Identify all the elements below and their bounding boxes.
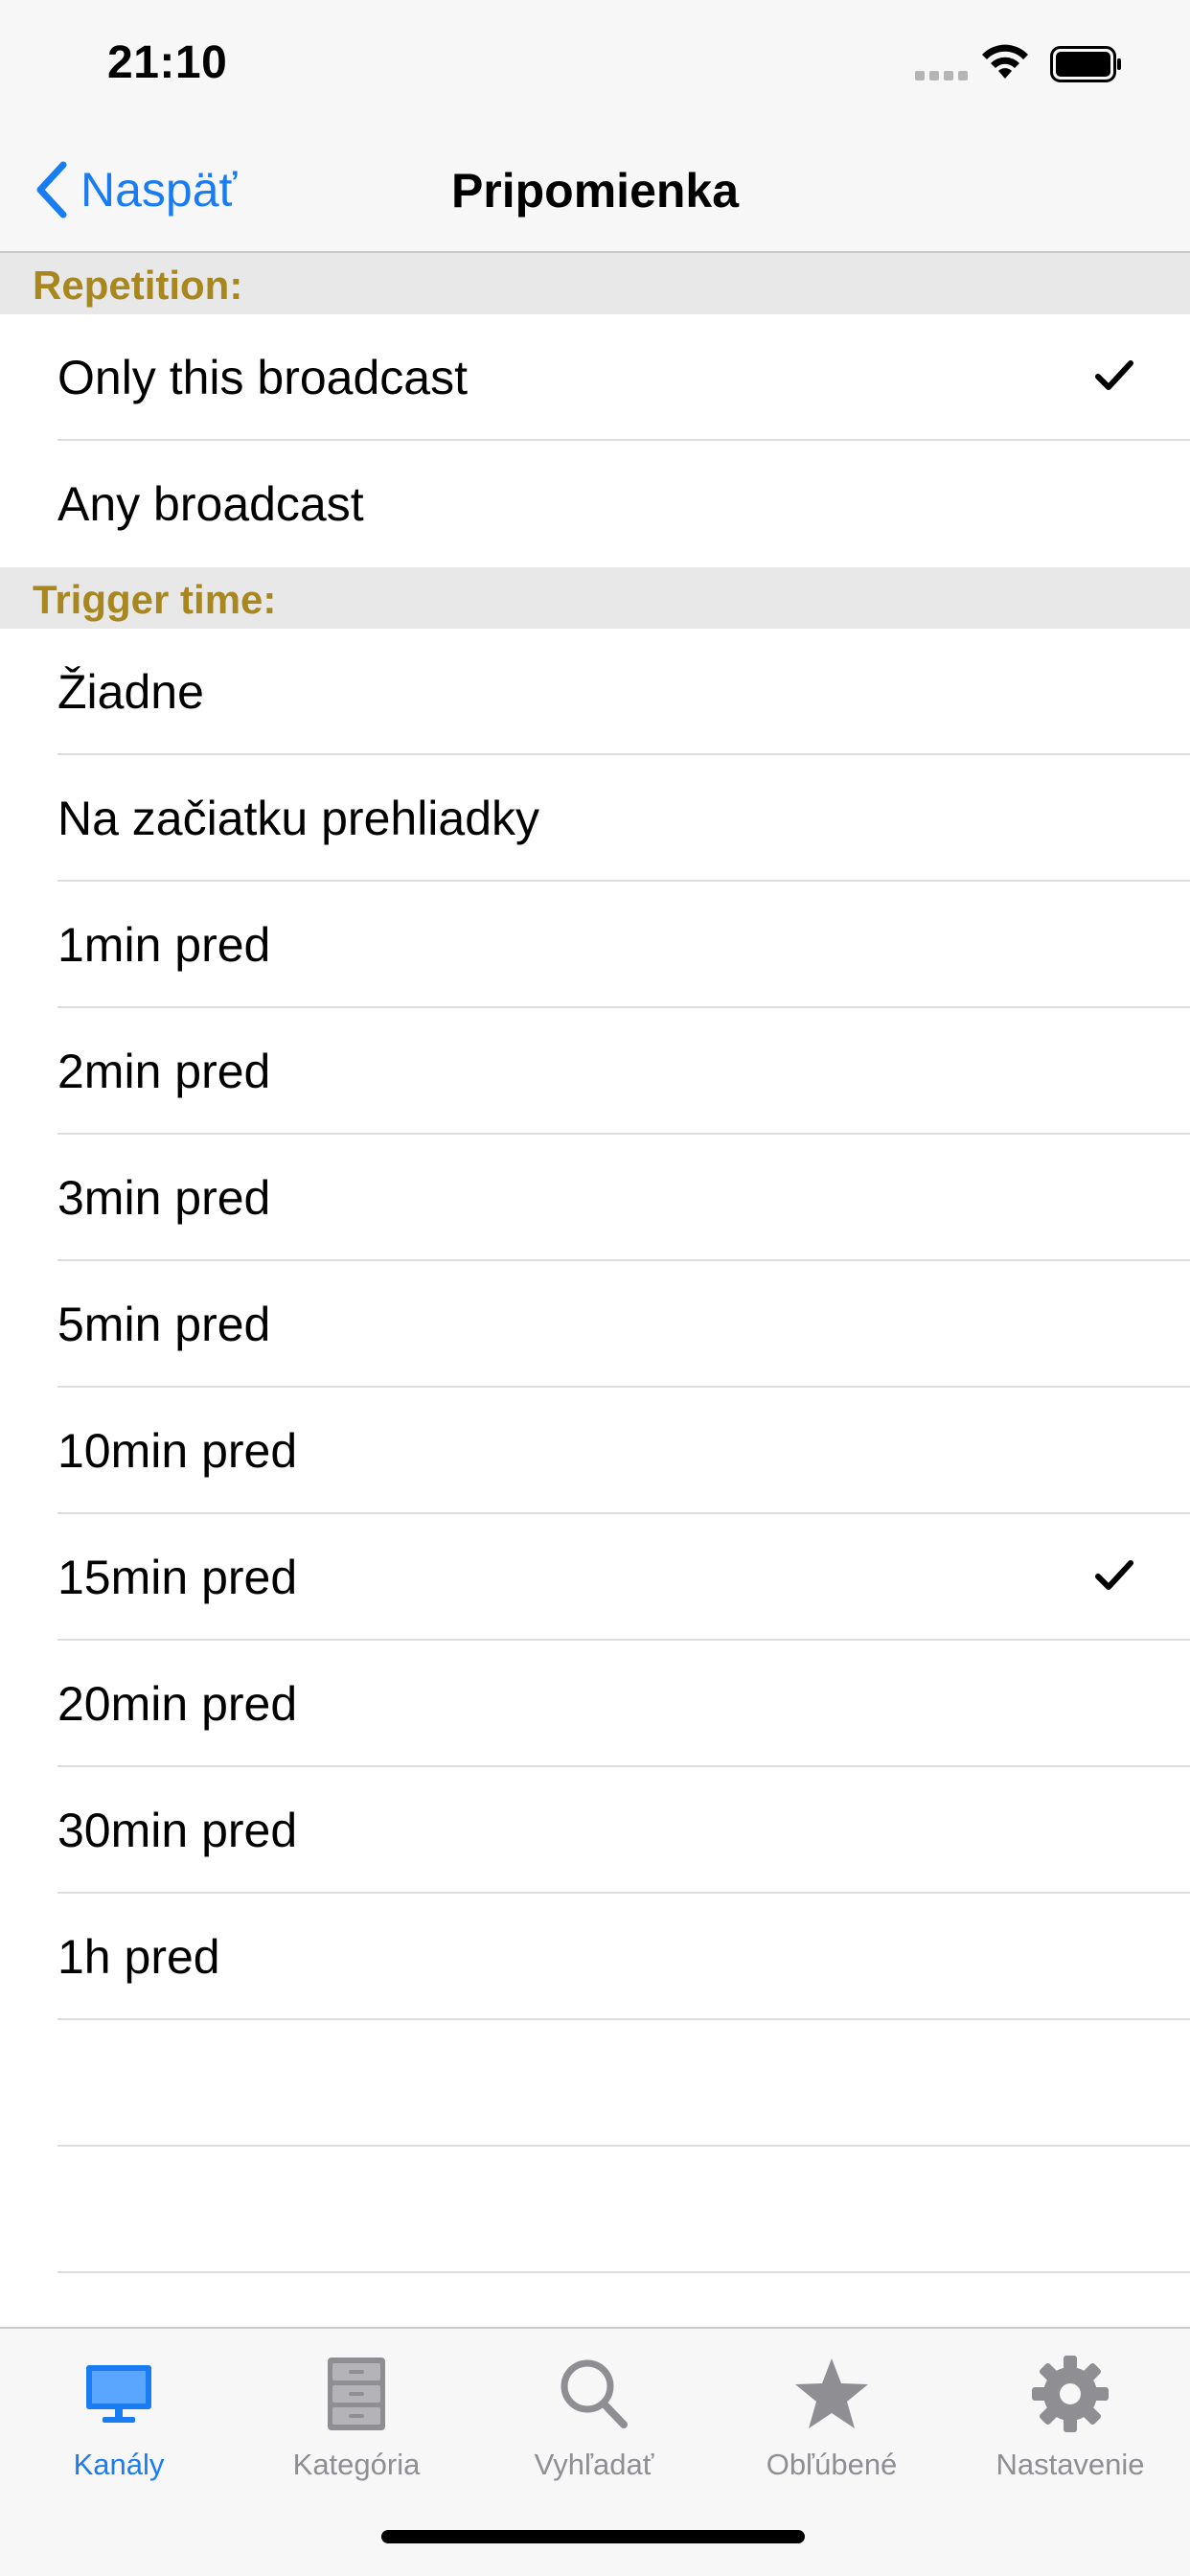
tab-label: Nastavenie	[995, 2448, 1145, 2481]
option-row-2min[interactable]: 2min pred	[0, 1008, 1190, 1135]
option-label: Na začiatku prehliadky	[57, 792, 540, 845]
option-row-only-this-broadcast[interactable]: Only this broadcast	[0, 314, 1190, 441]
option-row-none[interactable]: Žiadne	[0, 629, 1190, 755]
cellular-signal-icon	[915, 71, 968, 80]
status-time: 21:10	[107, 37, 228, 88]
option-row-1h[interactable]: 1h pred	[0, 1894, 1190, 2020]
page-title: Pripomienka	[450, 164, 740, 218]
option-label: 2min pred	[57, 1045, 271, 1098]
option-label: 1min pred	[57, 918, 271, 972]
status-bar: 21:10	[0, 0, 1190, 126]
checkmark-icon	[1095, 1560, 1133, 1590]
option-row-5min[interactable]: 5min pred	[0, 1261, 1190, 1388]
option-label: Žiadne	[57, 665, 204, 719]
wifi-icon	[982, 44, 1028, 79]
section-header-trigger-time: Trigger time:	[0, 567, 1190, 629]
file-cabinet-icon	[328, 2358, 385, 2430]
option-row-3min[interactable]: 3min pred	[0, 1135, 1190, 1261]
option-label: 3min pred	[57, 1171, 271, 1225]
tab-category[interactable]: Kategória	[238, 2348, 475, 2492]
option-label: 5min pred	[57, 1298, 271, 1351]
option-row-20min[interactable]: 20min pred	[0, 1641, 1190, 1767]
checkmark-icon	[1095, 360, 1133, 390]
option-label: 1h pred	[57, 1930, 220, 1984]
option-label: Any broadcast	[57, 477, 364, 531]
gear-icon	[1032, 2356, 1109, 2432]
section-header-repetition: Repetition:	[0, 253, 1190, 314]
tab-label: Vyhľadať	[534, 2448, 654, 2481]
navigation-bar: Naspäť Pripomienka	[0, 126, 1190, 253]
tab-channels[interactable]: Kanály	[0, 2348, 238, 2492]
reminder-settings-list: Repetition: Only this broadcast Any broa…	[0, 253, 1190, 2273]
empty-row	[0, 2147, 1190, 2273]
option-row-at-start[interactable]: Na začiatku prehliadky	[0, 755, 1190, 882]
option-label: 15min pred	[57, 1551, 298, 1604]
search-icon	[561, 2359, 628, 2428]
tab-label: Kanály	[73, 2448, 165, 2481]
option-row-1min[interactable]: 1min pred	[0, 882, 1190, 1008]
star-icon	[795, 2358, 868, 2428]
option-label: Only this broadcast	[57, 351, 468, 404]
row-separator	[57, 2271, 1190, 2273]
option-row-any-broadcast[interactable]: Any broadcast	[0, 441, 1190, 567]
tab-label: Kategória	[292, 2448, 421, 2481]
option-label: 30min pred	[57, 1804, 298, 1857]
tab-settings[interactable]: Nastavenie	[950, 2348, 1190, 2492]
home-indicator	[381, 2530, 805, 2543]
tab-label: Obľúbené	[766, 2448, 898, 2481]
tab-favorites[interactable]: Obľúbené	[713, 2348, 950, 2492]
option-label: 20min pred	[57, 1677, 298, 1731]
empty-row	[0, 2020, 1190, 2147]
option-row-15min[interactable]: 15min pred	[0, 1514, 1190, 1641]
battery-icon	[1050, 46, 1121, 82]
tv-monitor-icon	[86, 2365, 151, 2423]
option-row-10min[interactable]: 10min pred	[0, 1388, 1190, 1514]
tab-search[interactable]: Vyhľadať	[475, 2348, 713, 2492]
option-label: 10min pred	[57, 1424, 298, 1478]
option-row-30min[interactable]: 30min pred	[0, 1767, 1190, 1894]
